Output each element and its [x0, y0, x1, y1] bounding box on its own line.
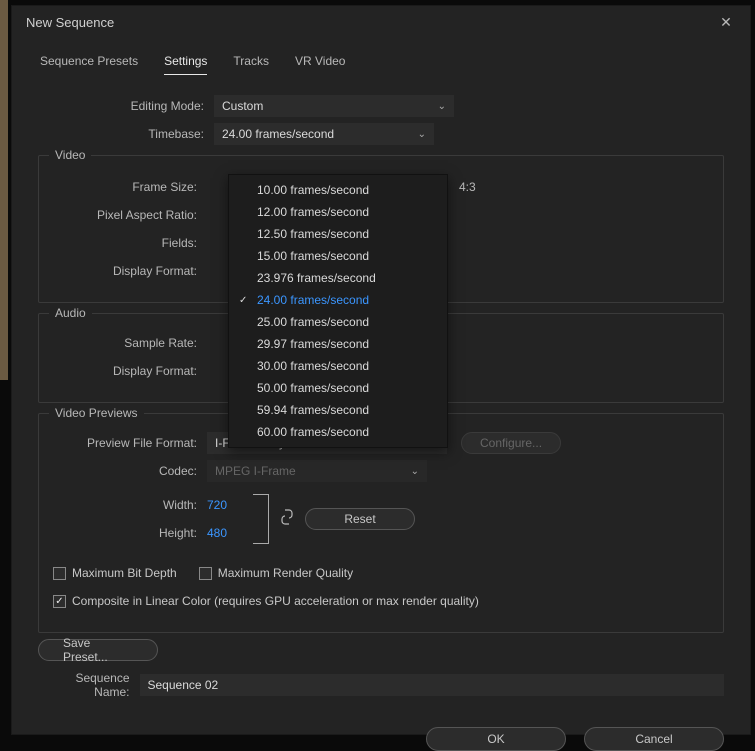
timebase-option-label: 12.50 frames/second [257, 227, 369, 241]
sequence-name-input[interactable] [140, 674, 725, 696]
codec-label: Codec: [49, 464, 207, 478]
timebase-option-label: 60.00 frames/second [257, 425, 369, 439]
background-edge [0, 0, 8, 380]
new-sequence-dialog: New Sequence ✕ Sequence Presets Settings… [11, 5, 751, 735]
timebase-option-label: 10.00 frames/second [257, 183, 369, 197]
preview-file-format-label: Preview File Format: [49, 436, 207, 450]
timebase-dropdown: 10.00 frames/second 12.00 frames/second 12… [228, 174, 448, 448]
maximum-render-quality-checkbox[interactable]: Maximum Render Quality [199, 566, 353, 580]
editing-mode-select[interactable]: Custom ⌄ [214, 95, 454, 117]
timebase-option-label: 50.00 frames/second [257, 381, 369, 395]
timebase-option[interactable]: 30.00 frames/second [229, 355, 447, 377]
composite-label: Composite in Linear Color (requires GPU … [72, 594, 479, 608]
pixel-aspect-ratio-label: Pixel Aspect Ratio: [49, 208, 207, 222]
timebase-option[interactable]: 10.00 frames/second [229, 179, 447, 201]
tab-tracks[interactable]: Tracks [233, 54, 269, 75]
video-previews-legend: Video Previews [49, 406, 144, 420]
close-icon[interactable]: ✕ [712, 14, 740, 31]
timebase-select[interactable]: 24.00 frames/second ⌄ [214, 123, 434, 145]
link-bracket [253, 494, 269, 544]
configure-button: Configure... [461, 432, 561, 454]
height-input[interactable]: 480 [207, 526, 227, 540]
editing-mode-label: Editing Mode: [38, 99, 214, 113]
frame-size-label: Frame Size: [49, 180, 207, 194]
timebase-option[interactable]: 23.976 frames/second [229, 267, 447, 289]
chevron-down-icon: ⌄ [418, 129, 426, 140]
timebase-option-label: 23.976 frames/second [257, 271, 376, 285]
check-icon: ✓ [239, 295, 247, 306]
width-input[interactable]: 720 [207, 498, 227, 512]
timebase-option[interactable]: 60.00 frames/second [229, 421, 447, 443]
timebase-option[interactable]: 29.97 frames/second [229, 333, 447, 355]
tab-bar: Sequence Presets Settings Tracks VR Vide… [38, 46, 724, 89]
maximum-render-quality-label: Maximum Render Quality [218, 566, 353, 580]
titlebar: New Sequence ✕ [12, 6, 750, 38]
tab-sequence-presets[interactable]: Sequence Presets [40, 54, 138, 75]
editing-mode-value: Custom [222, 99, 263, 113]
reset-button[interactable]: Reset [305, 508, 415, 530]
aspect-ratio: 4:3 [459, 180, 476, 194]
timebase-option[interactable]: 12.00 frames/second [229, 201, 447, 223]
timebase-option-label: 59.94 frames/second [257, 403, 369, 417]
timebase-value: 24.00 frames/second [222, 127, 334, 141]
fields-label: Fields: [49, 236, 207, 250]
audio-legend: Audio [49, 306, 92, 320]
chevron-down-icon: ⌄ [438, 101, 446, 112]
audio-display-format-label: Display Format: [49, 364, 207, 378]
timebase-option-label: 12.00 frames/second [257, 205, 369, 219]
video-display-format-label: Display Format: [49, 264, 207, 278]
sequence-name-label: Sequence Name: [38, 671, 130, 699]
video-legend: Video [49, 148, 91, 162]
composite-linear-color-checkbox[interactable]: Composite in Linear Color (requires GPU … [53, 594, 479, 608]
tab-vr-video[interactable]: VR Video [295, 54, 345, 75]
codec-value: MPEG I-Frame [215, 464, 296, 478]
width-label: Width: [49, 498, 207, 512]
timebase-option-label: 24.00 frames/second [257, 293, 369, 307]
timebase-option[interactable]: 15.00 frames/second [229, 245, 447, 267]
height-label: Height: [49, 526, 207, 540]
cancel-button[interactable]: Cancel [584, 727, 724, 751]
timebase-option[interactable]: 50.00 frames/second [229, 377, 447, 399]
window-title: New Sequence [26, 15, 114, 30]
ok-button[interactable]: OK [426, 727, 566, 751]
timebase-option[interactable]: ✓ 24.00 frames/second [229, 289, 447, 311]
maximum-bit-depth-label: Maximum Bit Depth [72, 566, 177, 580]
save-preset-button[interactable]: Save Preset... [38, 639, 158, 661]
timebase-option-label: 15.00 frames/second [257, 249, 369, 263]
maximum-bit-depth-checkbox[interactable]: Maximum Bit Depth [53, 566, 177, 580]
timebase-option-label: 25.00 frames/second [257, 315, 369, 329]
codec-select: MPEG I-Frame ⌄ [207, 460, 427, 482]
timebase-option-label: 30.00 frames/second [257, 359, 369, 373]
chevron-down-icon: ⌄ [411, 466, 419, 477]
sample-rate-label: Sample Rate: [49, 336, 207, 350]
link-icon[interactable] [281, 509, 293, 529]
timebase-label: Timebase: [38, 127, 214, 141]
timebase-option[interactable]: 12.50 frames/second [229, 223, 447, 245]
timebase-option-label: 29.97 frames/second [257, 337, 369, 351]
timebase-option[interactable]: 59.94 frames/second [229, 399, 447, 421]
timebase-option[interactable]: 25.00 frames/second [229, 311, 447, 333]
tab-settings[interactable]: Settings [164, 54, 207, 75]
